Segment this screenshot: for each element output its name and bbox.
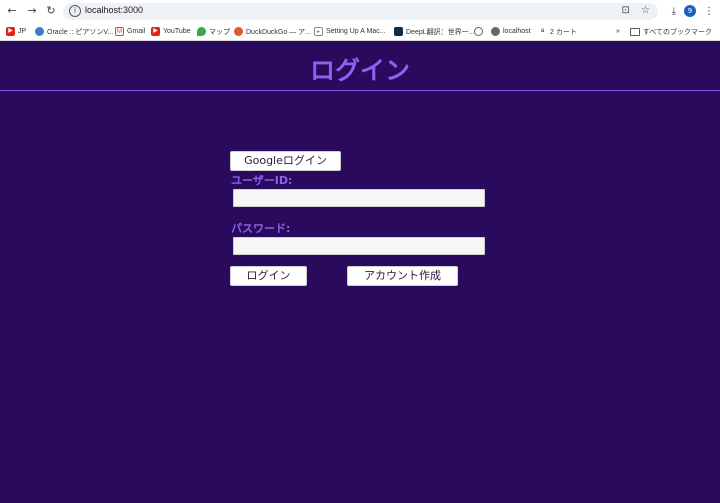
page-title: ログイン [309, 56, 410, 85]
install-app-icon[interactable]: ⊡ [621, 5, 629, 16]
gmail-icon: M [115, 27, 124, 36]
all-bookmarks[interactable]: すべてのブックマーク [629, 25, 712, 38]
create-account-button[interactable]: アカウント作成 [347, 266, 458, 286]
menu-icon[interactable]: ⋮ [704, 6, 714, 17]
bookmarks-overflow-icon[interactable]: » [616, 25, 620, 38]
password-field[interactable] [233, 237, 485, 255]
address-bar[interactable]: i localhost:3000 ⊡ ☆ [63, 3, 658, 20]
bookmark-item[interactable]: マップ [197, 25, 230, 38]
download-icon[interactable]: ⤓ [672, 6, 676, 17]
bookmarks-bar: ▶ JP Oracle :: ピアソンV... M Gmail ▶ YouTub… [0, 22, 720, 41]
google-login-button[interactable]: Googleログイン [230, 151, 341, 171]
duckduckgo-icon [234, 27, 243, 36]
clock-icon [474, 27, 483, 36]
bookmark-item[interactable]: M Gmail [115, 25, 145, 38]
bookmark-item[interactable]: ▸ Setting Up A Mac... [314, 25, 386, 38]
page-header: ログイン [0, 42, 720, 91]
amazon-icon: a [538, 27, 547, 36]
page-icon: ▸ [314, 27, 323, 36]
browser-toolbar: ← → ↻ i localhost:3000 ⊡ ☆ ⤓ 9 ⋮ [0, 0, 720, 22]
youtube-icon: ▶ [151, 27, 160, 36]
bookmark-item[interactable]: a 2 カート [538, 25, 577, 38]
url-text[interactable]: localhost:3000 [85, 5, 143, 15]
oracle-icon [35, 27, 44, 36]
deepl-icon [394, 27, 403, 36]
folder-icon [629, 27, 640, 36]
youtube-icon: ▶ [6, 27, 15, 36]
bookmark-item[interactable]: ▶ JP [6, 25, 26, 38]
back-icon[interactable]: ← [4, 3, 20, 19]
globe-icon [491, 27, 500, 36]
profile-avatar[interactable]: 9 [684, 5, 696, 17]
bookmark-item[interactable] [474, 25, 483, 38]
forward-icon[interactable]: → [24, 3, 40, 19]
login-button[interactable]: ログイン [230, 266, 307, 286]
maps-icon [197, 27, 206, 36]
site-info-icon[interactable]: i [69, 5, 81, 17]
bookmark-item[interactable]: ▶ YouTube [151, 25, 191, 38]
bookmark-item[interactable]: DeepL翻訳：世界一... [394, 25, 474, 38]
user-id-label: ユーザーID: [231, 174, 293, 187]
bookmark-item[interactable]: Oracle :: ピアソンV... [35, 25, 113, 38]
page-body: ログイン Googleログイン ユーザーID: パスワード: ログイン アカウン… [0, 42, 720, 503]
user-id-field[interactable] [233, 189, 485, 207]
password-label: パスワード: [231, 222, 291, 235]
bookmark-star-icon[interactable]: ☆ [641, 5, 650, 16]
bookmark-item[interactable]: localhost [491, 25, 531, 38]
reload-icon[interactable]: ↻ [43, 3, 59, 19]
bookmark-item[interactable]: DuckDuckGo — ア... [234, 25, 311, 38]
